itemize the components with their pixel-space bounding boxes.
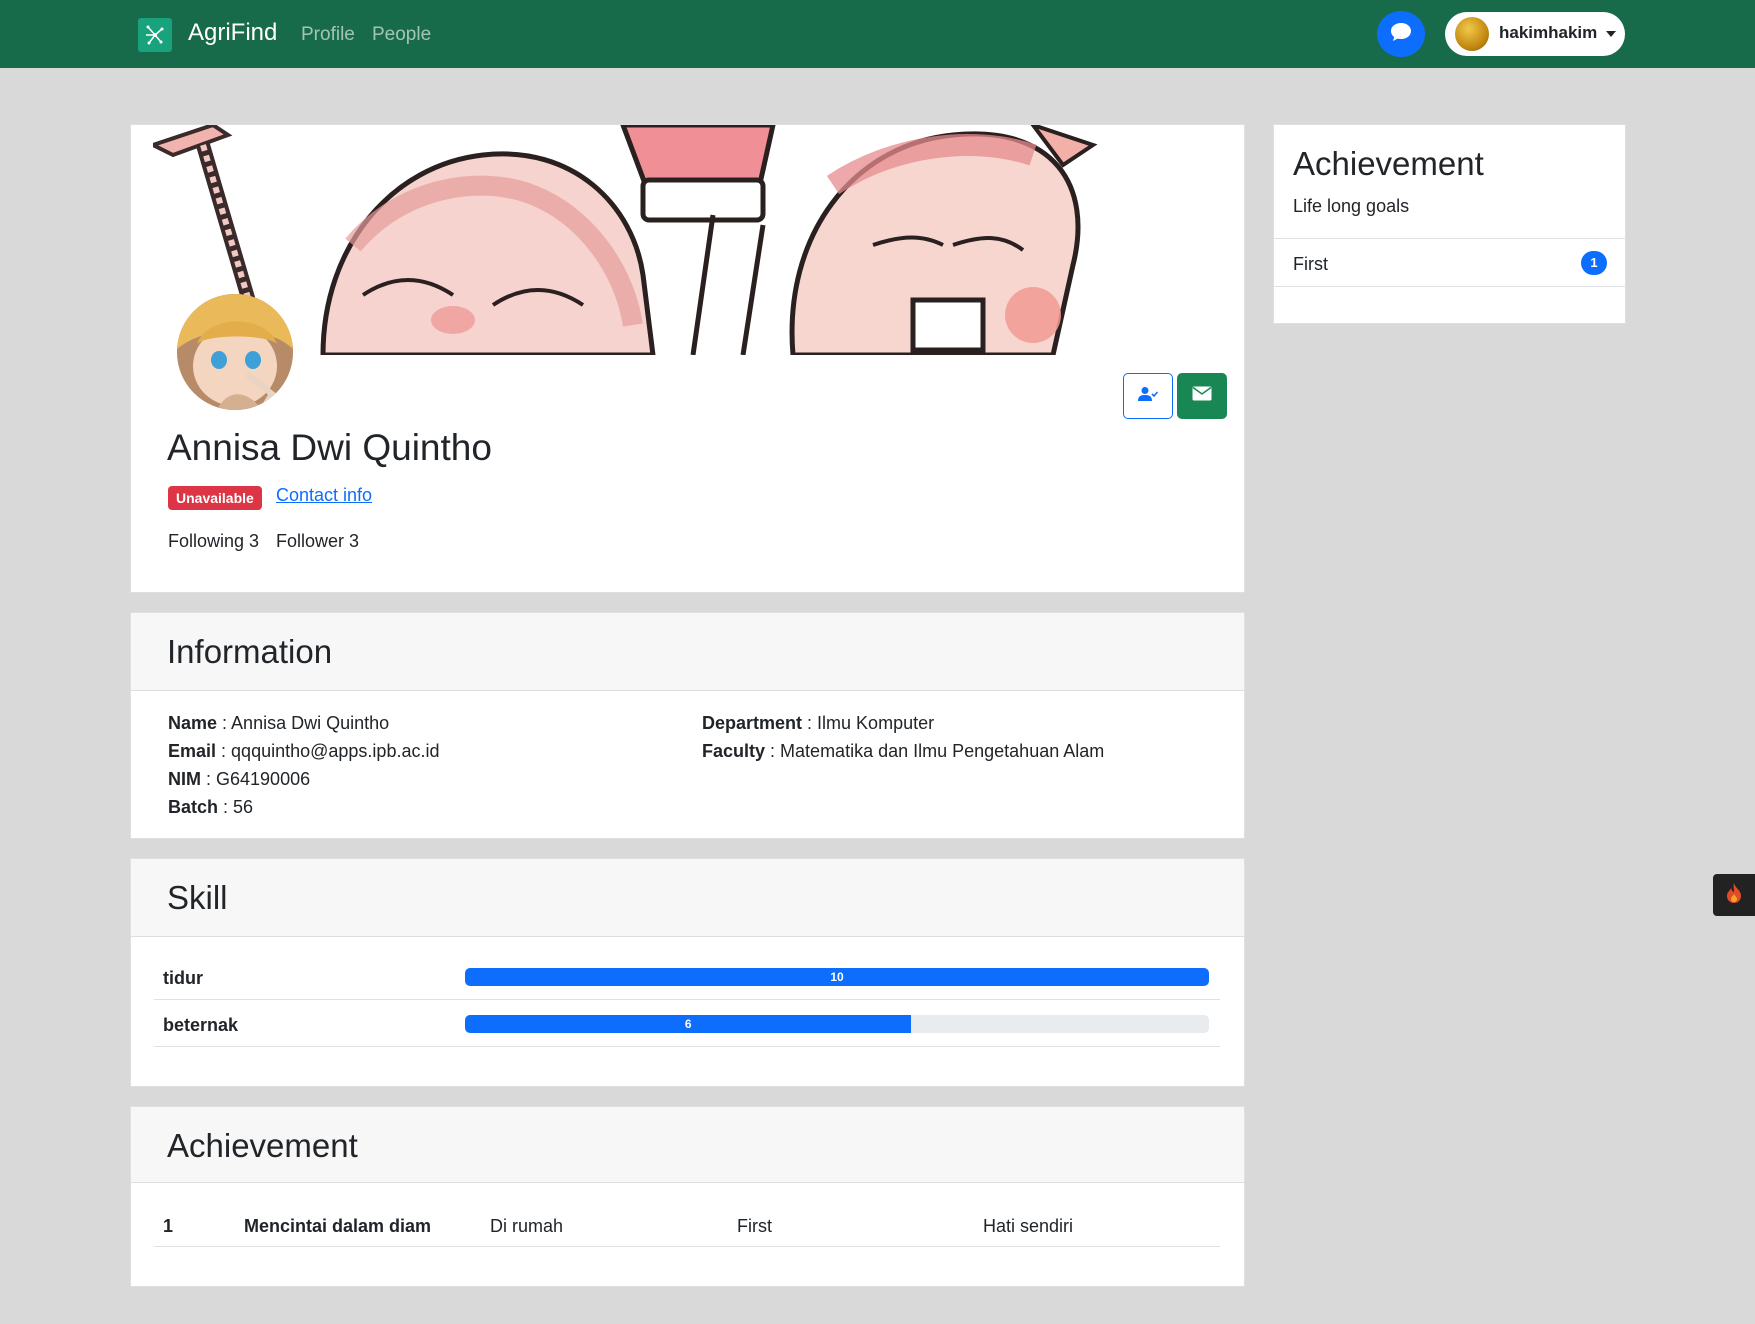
info-faculty: Faculty : Matematika dan Ilmu Pengetahua…	[702, 741, 1105, 761]
side-achievement-title: Achievement	[1293, 145, 1484, 182]
information-title: Information	[167, 633, 333, 670]
profile-card: Annisa Dwi Quintho Unavailable Contact i…	[130, 124, 1245, 593]
floating-debug-tab[interactable]	[1713, 874, 1755, 916]
nav-link-profile[interactable]: Profile	[301, 24, 355, 46]
skill-progress-bar: 10	[465, 968, 1209, 986]
skill-name: beternak	[163, 1015, 239, 1035]
skill-title: Skill	[167, 879, 228, 916]
agrifind-logo-icon[interactable]	[138, 18, 172, 52]
skill-progress-fill: 6	[465, 1015, 912, 1033]
contact-info-link[interactable]: Contact info	[276, 485, 372, 506]
achievement-name: Mencintai dalam diam	[244, 1216, 432, 1236]
info-batch: Batch : 56	[168, 797, 254, 817]
skill-header: Skill	[131, 859, 1244, 937]
profile-name: Annisa Dwi Quintho	[167, 427, 492, 468]
avatar	[1455, 17, 1489, 51]
skill-name: tidur	[163, 968, 203, 988]
top-navbar: AgriFind Profile People hakimhakim	[0, 0, 1755, 68]
user-menu-dropdown[interactable]: hakimhakim	[1445, 12, 1625, 56]
chat-bubble-icon	[1390, 22, 1412, 47]
message-button[interactable]	[1177, 373, 1227, 419]
achievement-card: Achievement 1 Mencintai dalam diam Di ru…	[130, 1106, 1245, 1287]
count-badge: 1	[1581, 251, 1607, 275]
skill-progress-bar: 6	[465, 1015, 1209, 1033]
fire-icon	[1725, 882, 1743, 909]
list-item-label: First	[1293, 254, 1328, 274]
achievement-title: Achievement	[167, 1127, 358, 1164]
skill-row: tidur 10	[154, 953, 1220, 1000]
skill-row: beternak 6	[154, 1000, 1220, 1047]
skill-progress-fill: 10	[465, 968, 1209, 986]
achievement-rank: First	[737, 1216, 772, 1236]
follower-count[interactable]: Follower 3	[276, 531, 359, 552]
chevron-down-icon	[1606, 31, 1616, 37]
info-department: Department : Ilmu Komputer	[702, 713, 935, 733]
information-card: Information Name : Annisa Dwi Quintho Em…	[130, 612, 1245, 839]
info-email: Email : qqquintho@apps.ipb.ac.id	[168, 741, 440, 761]
table-row: 1 Mencintai dalam diam Di rumah First Ha…	[154, 1183, 1220, 1247]
username-label: hakimhakim	[1499, 23, 1598, 42]
envelope-icon	[1192, 386, 1212, 406]
cover-image	[153, 125, 1221, 355]
following-count[interactable]: Following 3	[168, 531, 259, 552]
brand-name[interactable]: AgriFind	[188, 19, 277, 47]
achievement-place: Di rumah	[490, 1216, 564, 1236]
achievement-issuer: Hati sendiri	[983, 1216, 1074, 1236]
list-item[interactable]: First 1	[1274, 238, 1625, 287]
profile-avatar	[177, 294, 293, 410]
side-achievement-subtitle: Life long goals	[1293, 196, 1410, 216]
achievement-number: 1	[163, 1216, 174, 1236]
follow-button[interactable]	[1123, 373, 1173, 419]
user-check-icon	[1138, 386, 1159, 407]
nav-link-people[interactable]: People	[372, 24, 431, 46]
skill-card: Skill tidur 10 beternak 6	[130, 858, 1245, 1087]
achievement-header: Achievement	[131, 1107, 1244, 1183]
info-name: Name : Annisa Dwi Quintho	[168, 713, 390, 733]
status-badge: Unavailable	[168, 486, 262, 510]
chat-button[interactable]	[1377, 11, 1425, 57]
information-header: Information	[131, 613, 1244, 691]
info-nim: NIM : G64190006	[168, 769, 311, 789]
side-achievement-card: Achievement Life long goals First 1	[1273, 124, 1626, 324]
